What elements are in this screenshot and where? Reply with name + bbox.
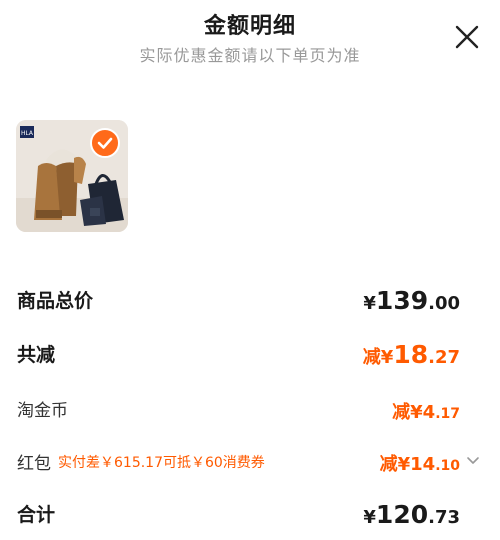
coins-label: 淘金币 <box>17 401 68 421</box>
red-packet-note: 实付差￥615.17可抵￥60消费券 <box>58 455 265 471</box>
chevron-down-icon <box>467 457 479 464</box>
selected-check[interactable] <box>90 128 120 158</box>
page-subtitle: 实际优惠金额请以下单页为准 <box>139 46 361 65</box>
coins-amount: 减¥4.17 <box>392 402 460 423</box>
row-sum: 合计 ¥120.73 <box>0 500 500 540</box>
total-goods-label: 商品总价 <box>17 290 94 312</box>
total-discount-label: 共减 <box>17 344 56 366</box>
sum-label: 合计 <box>17 504 56 526</box>
red-packet-amount: 减¥14.10 <box>379 454 460 475</box>
row-coins: 淘金币 减¥4.17 <box>0 396 500 436</box>
total-goods-amount: ¥139.00 <box>363 286 460 315</box>
brand-badge: HLA <box>21 130 34 137</box>
header: 金额明细 实际优惠金额请以下单页为准 <box>0 0 500 80</box>
page-title: 金额明细 <box>203 14 296 39</box>
row-red-packet[interactable]: 红包 实付差￥615.17可抵￥60消费券 减¥14.10 <box>0 449 500 489</box>
check-icon <box>97 137 113 149</box>
close-icon <box>455 25 479 49</box>
row-total-goods: 商品总价 ¥139.00 <box>0 286 500 326</box>
total-discount-amount: 减¥18.27 <box>362 340 460 369</box>
red-packet-label: 红包 <box>17 454 51 474</box>
close-button[interactable] <box>452 22 482 52</box>
row-total-discount: 共减 减¥18.27 <box>0 340 500 380</box>
expand-red-packet-button[interactable] <box>466 452 480 466</box>
sum-amount: ¥120.73 <box>363 500 460 529</box>
